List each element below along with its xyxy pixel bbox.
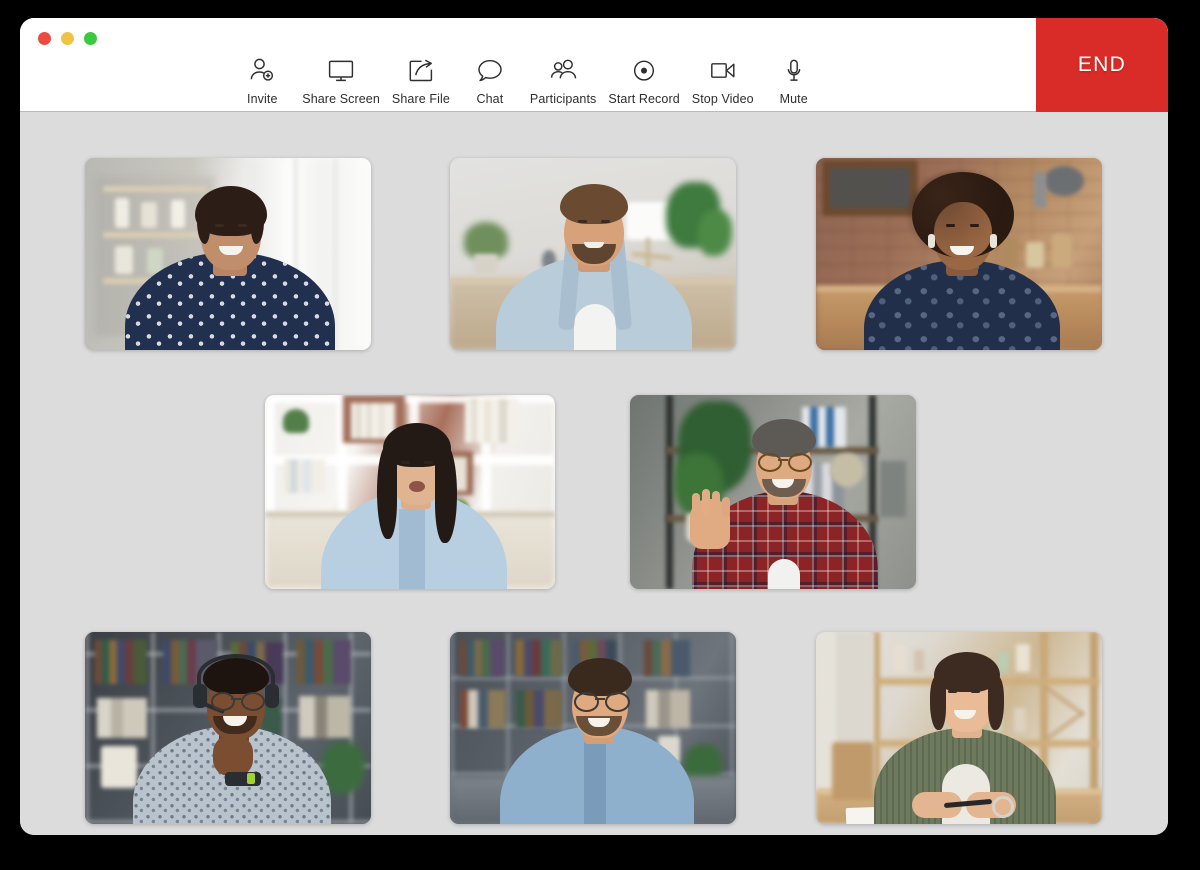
participant-video-6: [85, 632, 371, 824]
toolbar-label-invite: Invite: [247, 92, 278, 106]
participant-tile-3[interactable]: [816, 158, 1102, 350]
monitor-icon: [326, 56, 356, 86]
titlebar: Invite Share Screen Share File Chat Part…: [20, 18, 1168, 112]
people-group-icon: [548, 56, 578, 86]
toolbar-button-stop-video[interactable]: Stop Video: [686, 56, 760, 106]
participant-video-5: [630, 395, 916, 589]
participant-tile-5[interactable]: [630, 395, 916, 589]
toolbar-label-chat: Chat: [476, 92, 504, 106]
toolbar-button-participants[interactable]: Participants: [524, 56, 603, 106]
end-call-label: END: [1077, 53, 1127, 76]
microphone-icon: [779, 56, 809, 86]
toolbar-button-chat[interactable]: Chat: [456, 56, 524, 106]
end-call-button[interactable]: END: [1036, 18, 1168, 112]
participant-tile-1[interactable]: [85, 158, 371, 350]
meeting-toolbar: Invite Share Screen Share File Chat Part…: [20, 18, 1036, 112]
toolbar-label-share-screen: Share Screen: [302, 92, 380, 106]
app-window: Invite Share Screen Share File Chat Part…: [20, 18, 1168, 835]
toolbar-label-share-file: Share File: [391, 92, 450, 106]
toolbar-button-invite[interactable]: Invite: [228, 56, 296, 106]
participant-video-8: [816, 632, 1102, 824]
toolbar-button-share-screen[interactable]: Share Screen: [296, 56, 386, 106]
participant-video-1: [85, 158, 371, 350]
toolbar-label-stop-video: Stop Video: [691, 92, 754, 106]
participant-tile-6[interactable]: [85, 632, 371, 824]
participant-tile-7[interactable]: [450, 632, 736, 824]
record-dot-circle-icon: [629, 56, 659, 86]
participant-tile-4[interactable]: [265, 395, 555, 589]
app-root: Invite Share Screen Share File Chat Part…: [0, 0, 1200, 870]
share-arrow-box-icon: [406, 56, 436, 86]
toolbar-button-start-record[interactable]: Start Record: [602, 56, 685, 106]
toolbar-label-participants: Participants: [529, 92, 597, 106]
participant-tile-2[interactable]: [450, 158, 736, 350]
toolbar-label-mute: Mute: [779, 92, 808, 106]
toolbar-button-mute[interactable]: Mute: [760, 56, 828, 106]
participant-video-4: [265, 395, 555, 589]
speech-bubble-icon: [475, 56, 505, 86]
toolbar-button-share-file[interactable]: Share File: [386, 56, 456, 106]
participant-tile-8[interactable]: [816, 632, 1102, 824]
participant-video-3: [816, 158, 1102, 350]
toolbar-label-start-record: Start Record: [608, 92, 680, 106]
participant-video-7: [450, 632, 736, 824]
invite-person-add-icon: [247, 56, 277, 86]
video-camera-icon: [708, 56, 738, 86]
participant-grid: [20, 112, 1168, 835]
participant-video-2: [450, 158, 736, 350]
